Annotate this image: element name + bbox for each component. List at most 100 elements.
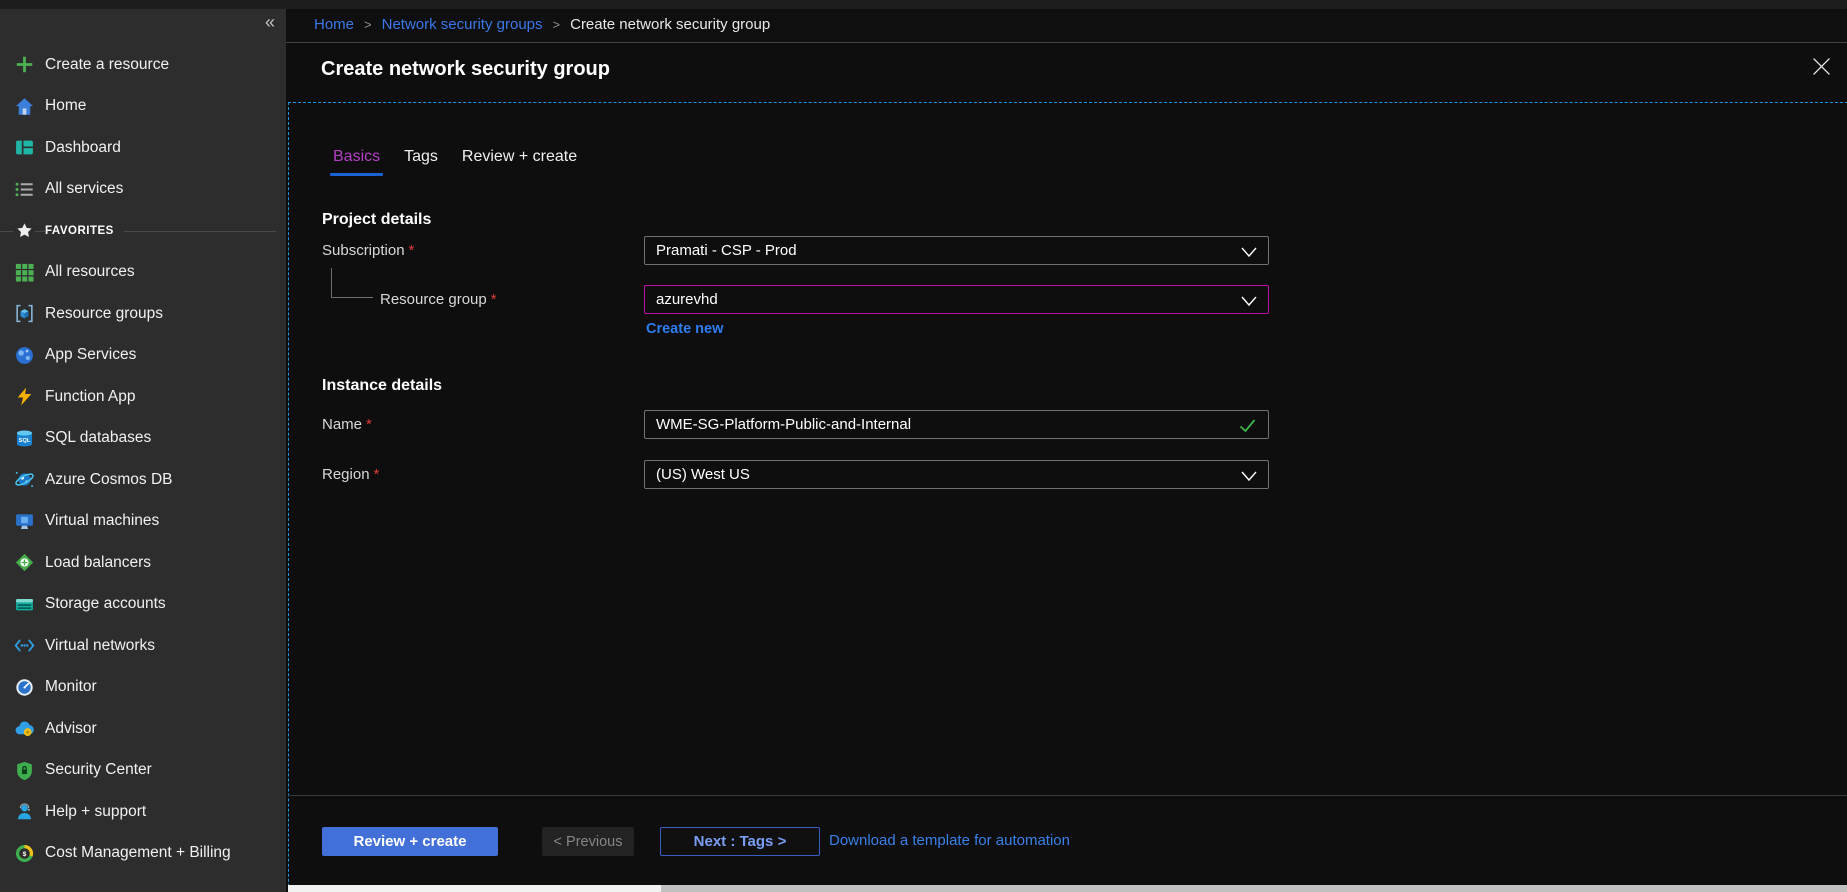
subscription-value: Pramati - CSP - Prod <box>656 242 797 259</box>
sidebar-item-load-balancers[interactable]: Load balancers <box>0 542 286 584</box>
sidebar-item-resource-groups[interactable]: Resource groups <box>0 293 286 335</box>
sidebar-item-help-support[interactable]: Help + support <box>0 791 286 833</box>
breadcrumb-current-page: Create network security group <box>570 16 770 33</box>
region-label: Region* <box>322 466 379 483</box>
sidebar-item-label: Create a resource <box>45 56 169 74</box>
sidebar-item-label: Virtual networks <box>45 637 155 655</box>
grid-icon <box>13 261 35 283</box>
chevron-down-icon <box>1240 245 1258 264</box>
close-panel-button[interactable] <box>1809 57 1833 81</box>
footer-divider <box>288 795 1847 796</box>
breadcrumb-separator-icon: > <box>354 17 382 32</box>
name-value: WME-SG-Platform-Public-and-Internal <box>656 416 911 433</box>
dashboard-icon <box>13 137 35 159</box>
tab-basics[interactable]: Basics <box>333 148 380 176</box>
sidebar-item-all-resources[interactable]: All resources <box>0 252 286 294</box>
tab-review-create[interactable]: Review + create <box>462 148 577 176</box>
resource-group-icon <box>13 303 35 325</box>
sidebar-items: Create a resource Home Dashboard All servic… <box>0 44 286 874</box>
sidebar-item-label: Security Center <box>45 761 152 779</box>
sidebar-item-app-services[interactable]: App Services <box>0 335 286 377</box>
resource-group-dropdown[interactable]: azurevhd <box>644 285 1269 314</box>
cost-icon: $ <box>13 842 35 864</box>
home-icon <box>13 95 35 117</box>
svg-text:$: $ <box>22 851 26 858</box>
sidebar-item-storage-accounts[interactable]: Storage accounts <box>0 584 286 626</box>
sidebar-item-label: SQL databases <box>45 429 151 447</box>
favorites-divider <box>0 231 276 232</box>
download-template-link[interactable]: Download a template for automation <box>829 832 1070 849</box>
field-connector-line <box>331 268 332 297</box>
function-icon <box>13 386 35 408</box>
vm-icon <box>13 510 35 532</box>
sidebar-item-create-a-resource[interactable]: Create a resource <box>0 44 286 86</box>
region-dropdown[interactable]: (US) West US <box>644 460 1269 489</box>
sidebar-item-all-services[interactable]: All services <box>0 169 286 211</box>
subscription-label-text: Subscription <box>322 242 405 259</box>
breadcrumb-separator-icon: > <box>543 17 571 32</box>
horizontal-scrollbar[interactable] <box>288 885 1847 892</box>
sidebar-item-monitor[interactable]: Monitor <box>0 667 286 709</box>
required-asterisk: * <box>491 291 497 308</box>
star-icon <box>13 220 35 242</box>
chevron-down-icon <box>1240 469 1258 488</box>
vnet-icon <box>13 635 35 657</box>
close-icon <box>1812 57 1831 81</box>
list-icon <box>13 178 35 200</box>
region-value: (US) West US <box>656 466 750 483</box>
help-icon <box>13 801 35 823</box>
sql-icon: SQL <box>13 427 35 449</box>
cosmos-icon <box>13 469 35 491</box>
horizontal-scrollbar-thumb[interactable] <box>288 885 661 892</box>
panel-header: Create network security group <box>286 44 1847 96</box>
sidebar-item-home[interactable]: Home <box>0 86 286 128</box>
field-connector-line <box>331 297 373 298</box>
sidebar-item-azure-cosmos-db[interactable]: Azure Cosmos DB <box>0 459 286 501</box>
sidebar-item-security-center[interactable]: Security Center <box>0 750 286 792</box>
required-asterisk: * <box>374 466 380 483</box>
sidebar-item-sql-databases[interactable]: SQL SQL databases <box>0 418 286 460</box>
name-input[interactable]: WME-SG-Platform-Public-and-Internal <box>644 410 1269 439</box>
review-create-button[interactable]: Review + create <box>322 827 498 856</box>
region-label-text: Region <box>322 466 370 483</box>
sidebar-item-dashboard[interactable]: Dashboard <box>0 127 286 169</box>
resource-group-label-text: Resource group <box>380 291 487 308</box>
sidebar-item-label: Azure Cosmos DB <box>45 471 172 489</box>
sidebar-item-cost-management-billing[interactable]: $ Cost Management + Billing <box>0 833 286 875</box>
name-label: Name* <box>322 416 372 433</box>
sidebar-item-function-app[interactable]: Function App <box>0 376 286 418</box>
name-label-text: Name <box>322 416 362 433</box>
create-new-link[interactable]: Create new <box>646 321 723 337</box>
resource-group-value: azurevhd <box>656 291 718 308</box>
sidebar-item-label: Function App <box>45 388 135 406</box>
previous-button[interactable]: < Previous <box>542 827 634 856</box>
security-icon <box>13 759 35 781</box>
page-title: Create network security group <box>321 58 610 81</box>
sidebar: « Create a resource Home Dashboard All serv… <box>0 0 286 892</box>
tab-basics-label: Basics <box>333 148 380 165</box>
sidebar-item-virtual-machines[interactable]: Virtual machines <box>0 501 286 543</box>
required-asterisk: * <box>366 416 372 433</box>
breadcrumb-home[interactable]: Home <box>314 16 354 33</box>
required-asterisk: * <box>409 242 415 259</box>
tab-bar: Basics Tags Review + create <box>333 148 577 176</box>
sidebar-item-label: Dashboard <box>45 139 121 157</box>
tab-tags[interactable]: Tags <box>404 148 438 176</box>
sidebar-item-label: Storage accounts <box>45 595 166 613</box>
azure-portal-window: « Create a resource Home Dashboard All serv… <box>0 0 1847 892</box>
sidebar-item-virtual-networks[interactable]: Virtual networks <box>0 625 286 667</box>
breadcrumb-network-security-groups[interactable]: Network security groups <box>382 16 543 33</box>
sidebar-item-label: Cost Management + Billing <box>45 844 231 862</box>
sidebar-item-label: FAVORITES <box>45 225 124 237</box>
app-services-icon <box>13 344 35 366</box>
resource-group-label: Resource group* <box>380 291 497 308</box>
sidebar-item-label: Load balancers <box>45 554 151 572</box>
main-area: Home > Network security groups > Create … <box>286 0 1847 892</box>
next-tags-button[interactable]: Next : Tags > <box>660 827 820 856</box>
subscription-dropdown[interactable]: Pramati - CSP - Prod <box>644 236 1269 265</box>
sidebar-collapse-button[interactable]: « <box>265 13 275 31</box>
sidebar-item-advisor[interactable]: Advisor <box>0 708 286 750</box>
sidebar-item-label: All services <box>45 180 123 198</box>
instance-details-heading: Instance details <box>322 377 442 395</box>
sidebar-item-label: Advisor <box>45 720 97 738</box>
